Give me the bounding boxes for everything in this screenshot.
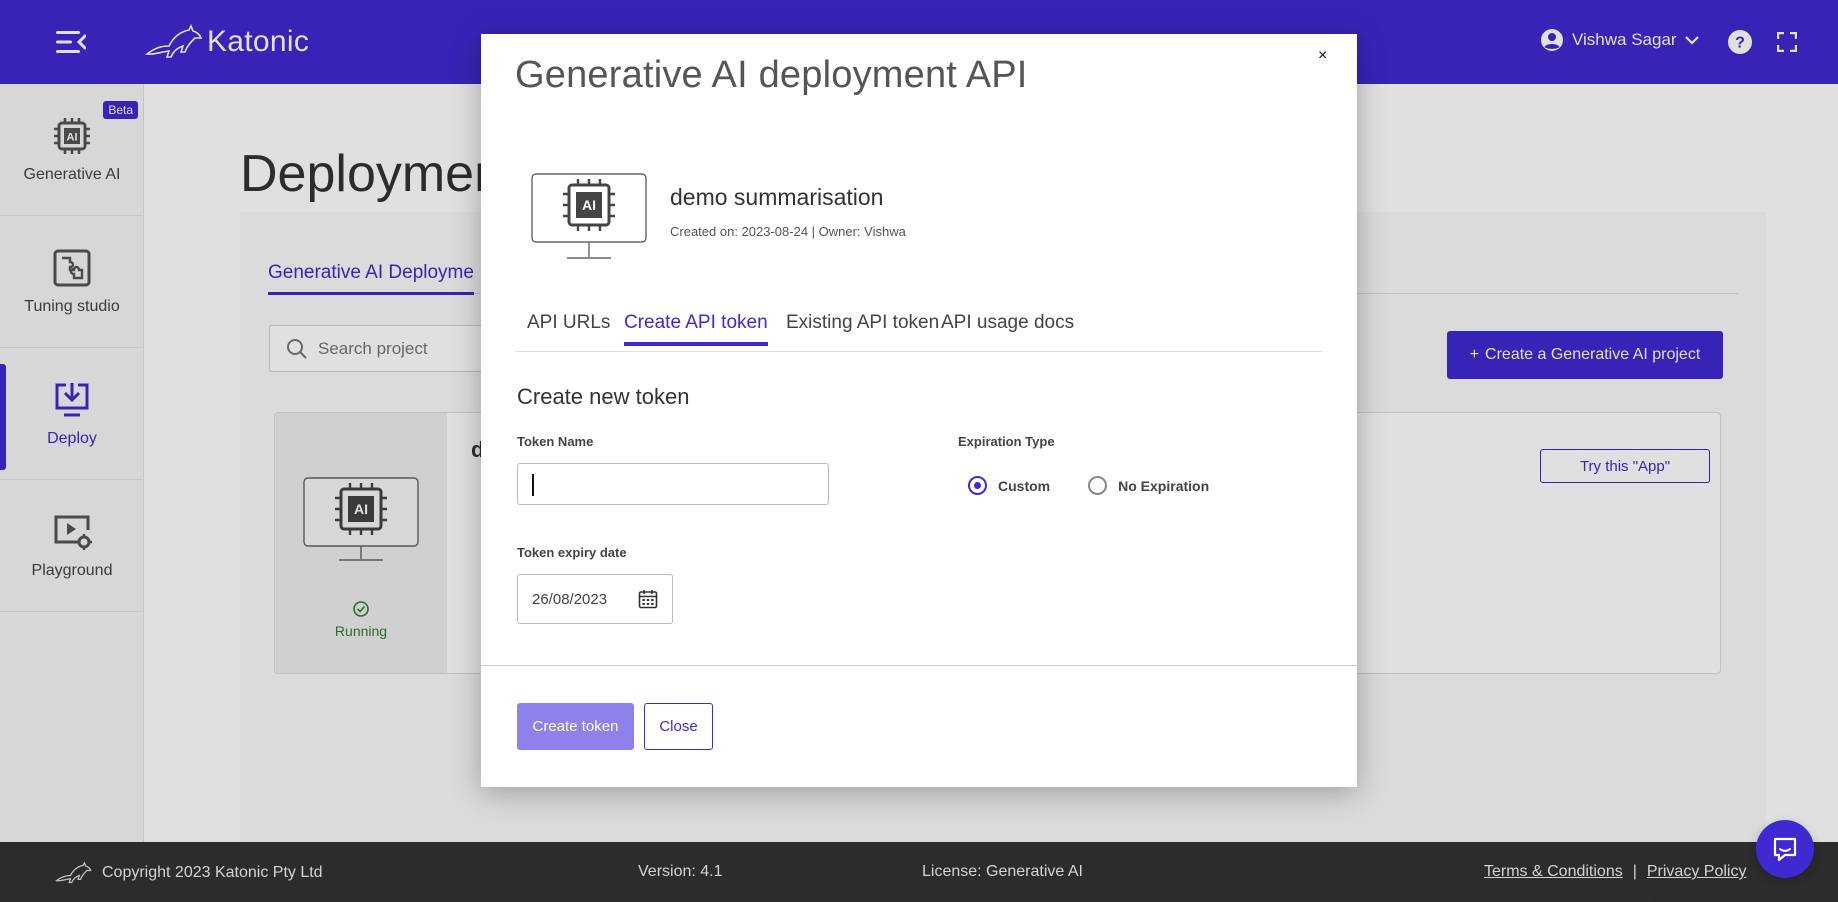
calendar-icon[interactable]	[638, 589, 658, 609]
api-modal: × Generative AI deployment API AI demo s…	[481, 34, 1357, 787]
tab-api-usage-docs[interactable]: API usage docs	[941, 312, 1074, 342]
radio-custom[interactable]: Custom	[968, 476, 1050, 495]
token-name-input[interactable]	[517, 463, 829, 505]
expiration-type-radio-group: Custom No Expiration	[968, 476, 1209, 495]
radio-unchecked-icon	[1088, 476, 1108, 495]
expiry-date-value: 26/08/2023	[532, 590, 608, 608]
chat-icon	[1773, 837, 1797, 862]
section-title: Create new token	[517, 384, 690, 409]
close-button[interactable]: Close	[644, 703, 713, 750]
expiry-date-label: Token expiry date	[517, 545, 627, 560]
radio-no-expiration[interactable]: No Expiration	[1088, 476, 1209, 495]
expiration-type-label: Expiration Type	[958, 434, 1055, 449]
radio-label: No Expiration	[1118, 477, 1210, 494]
token-name-label: Token Name	[517, 434, 594, 449]
expiry-date-input[interactable]: 26/08/2023	[517, 574, 673, 624]
radio-label: Custom	[998, 477, 1051, 494]
create-token-button[interactable]: Create token	[517, 703, 634, 750]
chat-launcher-button[interactable]	[1756, 820, 1814, 878]
ai-monitor-icon: AI	[531, 173, 647, 259]
tab-create-api-token[interactable]: Create API token	[624, 312, 768, 346]
svg-text:AI: AI	[582, 197, 596, 213]
modal-close-icon[interactable]: ×	[1318, 48, 1334, 67]
modal-title: Generative AI deployment API	[515, 54, 1028, 96]
tab-api-urls[interactable]: API URLs	[527, 312, 610, 342]
project-name: demo summarisation	[670, 184, 884, 210]
project-meta: Created on: 2023-08-24 | Owner: Vishwa	[670, 224, 906, 239]
modal-tabs: API URLs Create API token Existing API t…	[515, 312, 1322, 352]
tab-existing-api-token[interactable]: Existing API token	[786, 312, 939, 342]
radio-checked-icon	[968, 476, 987, 495]
modal-divider	[481, 665, 1357, 666]
text-caret	[532, 474, 534, 496]
